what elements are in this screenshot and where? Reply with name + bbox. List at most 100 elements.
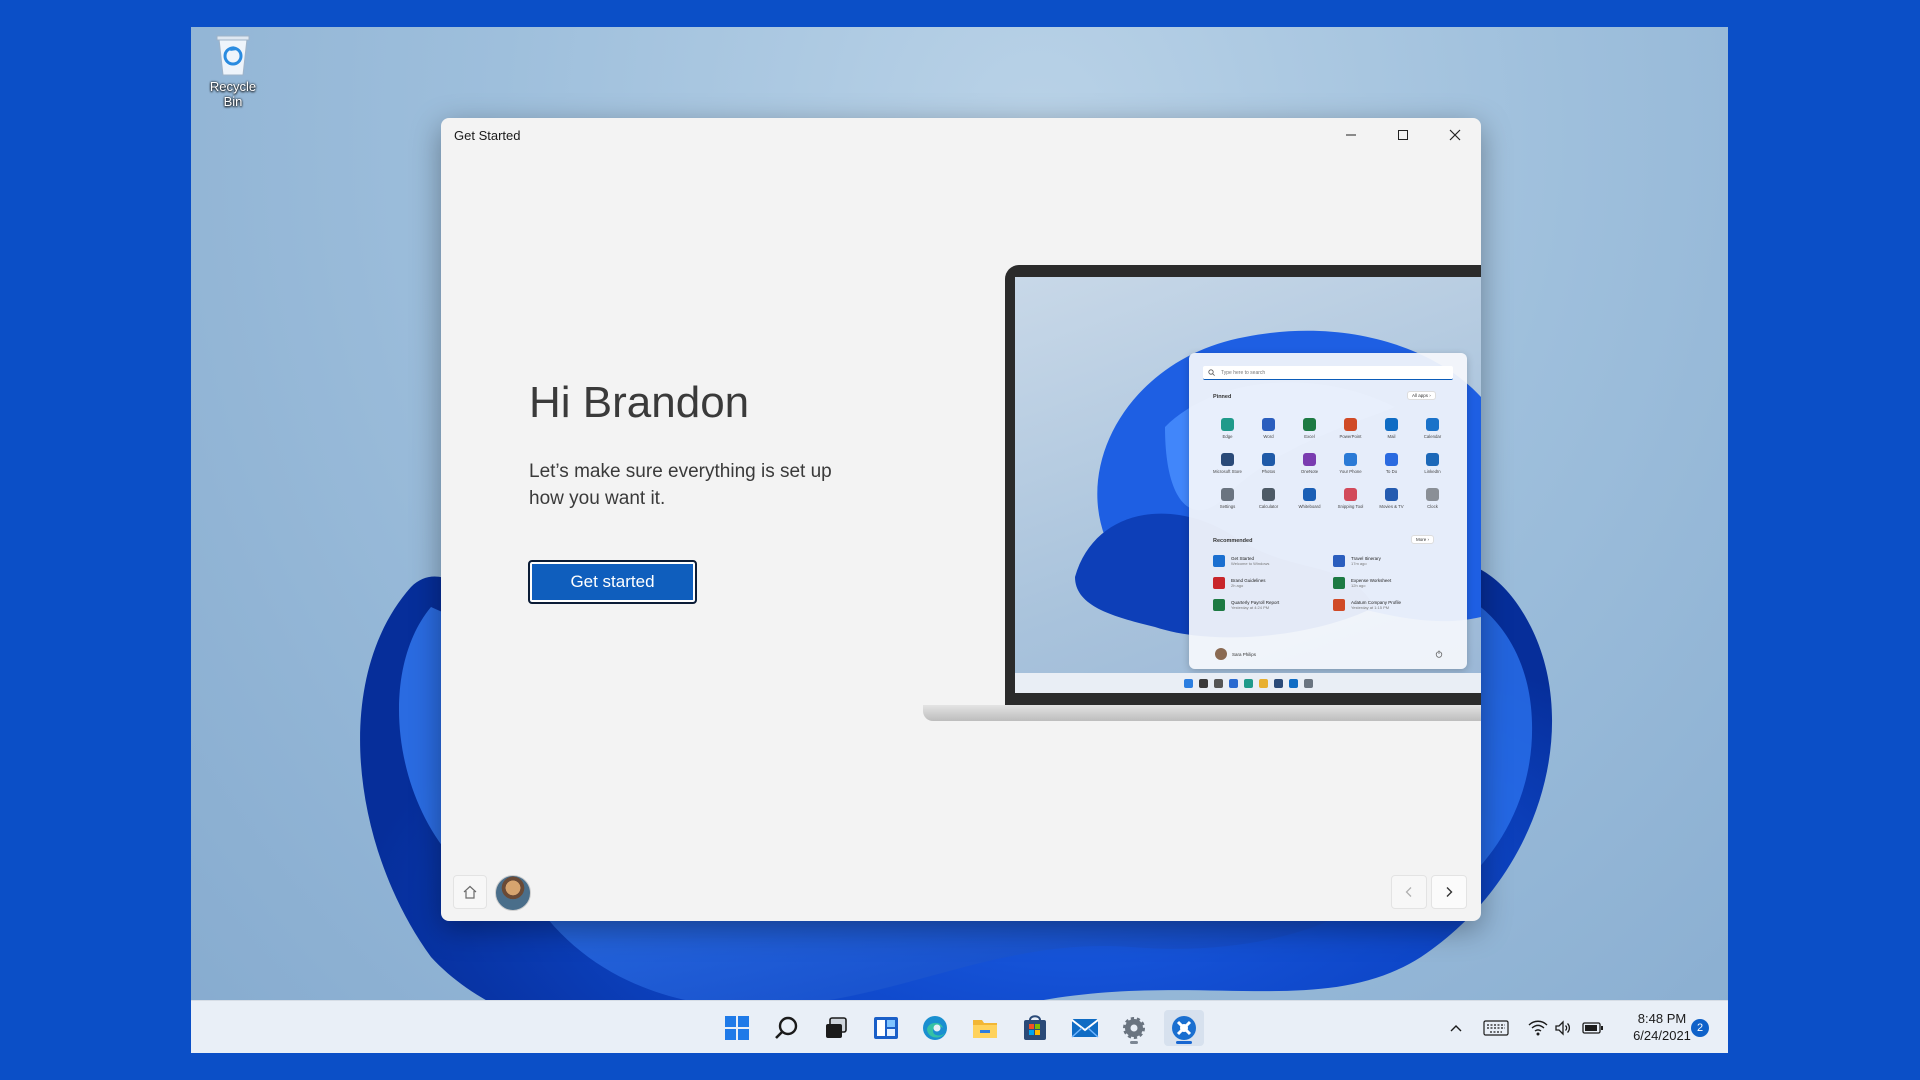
preview-recommended-label: Recommended — [1213, 538, 1253, 544]
preview-app-label: Word — [1263, 434, 1274, 439]
preview-app-icon — [1262, 488, 1275, 501]
preview-pinned-app: Word — [1248, 418, 1289, 439]
wifi-icon — [1528, 1020, 1548, 1036]
preview-file-icon — [1333, 599, 1345, 611]
get-started-window: Get Started Hi Brandon Let’s make sure e… — [441, 118, 1481, 921]
recycle-bin[interactable]: Recycle Bin — [199, 31, 267, 109]
minimize-icon — [1346, 134, 1356, 136]
folder-icon — [973, 1020, 997, 1038]
taskbar-widgets[interactable] — [866, 1010, 906, 1046]
chevron-left-icon — [1405, 887, 1412, 897]
preview-pinned-app: Mail — [1371, 418, 1412, 439]
taskbar-mail[interactable] — [1065, 1010, 1105, 1046]
taskbar-search[interactable] — [767, 1010, 807, 1046]
preview-pinned-app: Microsoft Store — [1207, 453, 1248, 474]
network-button[interactable] — [1528, 1016, 1548, 1040]
active-indicator — [1176, 1041, 1192, 1044]
preview-pinned-app: Movies & TV — [1371, 488, 1412, 509]
tray-overflow-button[interactable] — [1448, 1016, 1464, 1040]
preview-app-icon — [1344, 418, 1357, 431]
preview-file-icon — [1213, 577, 1225, 589]
close-button[interactable] — [1429, 118, 1481, 152]
preview-pinned-app: Calendar — [1412, 418, 1453, 439]
user-avatar[interactable] — [495, 875, 531, 911]
get-started-button[interactable]: Get started — [528, 560, 697, 604]
preview-pinned-app: Excel — [1289, 418, 1330, 439]
preview-app-icon — [1303, 453, 1316, 466]
taskbar: 8:48 PM 6/24/2021 2 — [191, 1000, 1728, 1053]
preview-taskbar — [1015, 673, 1481, 693]
preview-pinned-app: Your Phone — [1330, 453, 1371, 474]
preview-app-label: LinkedIn — [1424, 469, 1441, 474]
preview-recommended-subtitle: Yesterday at 4:24 PM — [1231, 605, 1270, 610]
preview-file-icon — [1333, 577, 1345, 589]
close-icon — [1449, 129, 1461, 141]
preview-start-menu: Type here to search Pinned All apps › Ed… — [1189, 353, 1467, 669]
greeting-heading: Hi Brandon — [529, 378, 750, 427]
notification-badge[interactable]: 2 — [1691, 1019, 1709, 1037]
preview-app-icon — [1385, 418, 1398, 431]
maximize-button[interactable] — [1377, 118, 1429, 152]
edge-icon — [923, 1016, 947, 1040]
preview-app-icon — [1426, 418, 1439, 431]
battery-icon — [1582, 1022, 1603, 1034]
intro-text: Let’s make sure everything is set up how… — [529, 461, 832, 509]
keyboard-icon — [1483, 1020, 1509, 1036]
preview-app-icon — [1221, 453, 1234, 466]
preview-search-icon — [1208, 369, 1215, 376]
preview-app-label: Your Phone — [1339, 469, 1362, 474]
preview-app-icon — [1303, 418, 1316, 431]
taskbar-settings[interactable] — [1114, 1010, 1154, 1046]
preview-app-label: Excel — [1304, 434, 1315, 439]
preview-app-label: OneNote — [1300, 469, 1319, 474]
preview-more: More › — [1411, 535, 1435, 544]
preview-app-label: Whiteboard — [1298, 504, 1321, 509]
volume-button[interactable] — [1554, 1016, 1572, 1040]
taskbar-file-explorer[interactable] — [965, 1010, 1005, 1046]
title-bar[interactable]: Get Started — [441, 118, 1481, 152]
preview-pinned-app: OneNote — [1289, 453, 1330, 474]
preview-pinned-app: Settings — [1207, 488, 1248, 509]
desktop: Recycle Bin Get Started Hi Brandon Let’s… — [191, 27, 1728, 1053]
window-title: Get Started — [454, 128, 521, 143]
taskbar-start[interactable] — [717, 1010, 757, 1046]
taskbar-edge[interactable] — [915, 1010, 955, 1046]
preview-app-icon — [1426, 453, 1439, 466]
preview-app-icon — [1262, 453, 1275, 466]
touch-keyboard-button[interactable] — [1483, 1016, 1509, 1040]
start-icon — [725, 1016, 749, 1040]
battery-button[interactable] — [1582, 1016, 1604, 1040]
minimize-button[interactable] — [1325, 118, 1377, 152]
laptop-screen: Type here to search Pinned All apps › Ed… — [1015, 277, 1481, 693]
preview-recommended-subtitle: Welcome to Windows — [1231, 561, 1270, 566]
preview-app-label: PowerPoint — [1339, 434, 1362, 439]
taskbar-store[interactable] — [1015, 1010, 1055, 1046]
preview-pinned-app: Calculator — [1248, 488, 1289, 509]
gear-icon — [1123, 1017, 1145, 1039]
chevron-right-icon — [1446, 887, 1453, 897]
previous-button[interactable] — [1391, 875, 1427, 909]
preview-pinned-app: LinkedIn — [1412, 453, 1453, 474]
search-icon — [775, 1016, 798, 1039]
home-button[interactable] — [453, 875, 487, 909]
store-icon — [1024, 1015, 1046, 1040]
recycle-bin-icon — [214, 31, 252, 77]
preview-pinned-app: Clock — [1412, 488, 1453, 509]
taskbar-task-view[interactable] — [816, 1010, 856, 1046]
preview-recommended-item: Expense Worksheet 12h ago — [1333, 577, 1453, 589]
preview-app-icon — [1385, 488, 1398, 501]
preview-recommended-item: Quarterly Payroll Report Yesterday at 4:2… — [1213, 599, 1333, 611]
taskbar-get-started[interactable] — [1164, 1010, 1204, 1046]
preview-recommended-item: Brand Guidelines 2h ago — [1213, 577, 1333, 589]
preview-app-label: Microsoft Store — [1213, 469, 1242, 474]
preview-pinned-app: Snipping Tool — [1330, 488, 1371, 509]
volume-icon — [1555, 1020, 1571, 1036]
next-button[interactable] — [1431, 875, 1467, 909]
preview-app-label: Settings — [1219, 504, 1236, 509]
preview-recommended-item: Travel Itinerary 17m ago — [1333, 555, 1453, 567]
preview-search-box: Type here to search — [1203, 366, 1453, 380]
preview-file-icon — [1333, 555, 1345, 567]
chevron-up-icon — [1450, 1025, 1462, 1032]
preview-app-label: Clock — [1427, 504, 1438, 509]
preview-app-label: Snipping Tool — [1337, 504, 1364, 509]
